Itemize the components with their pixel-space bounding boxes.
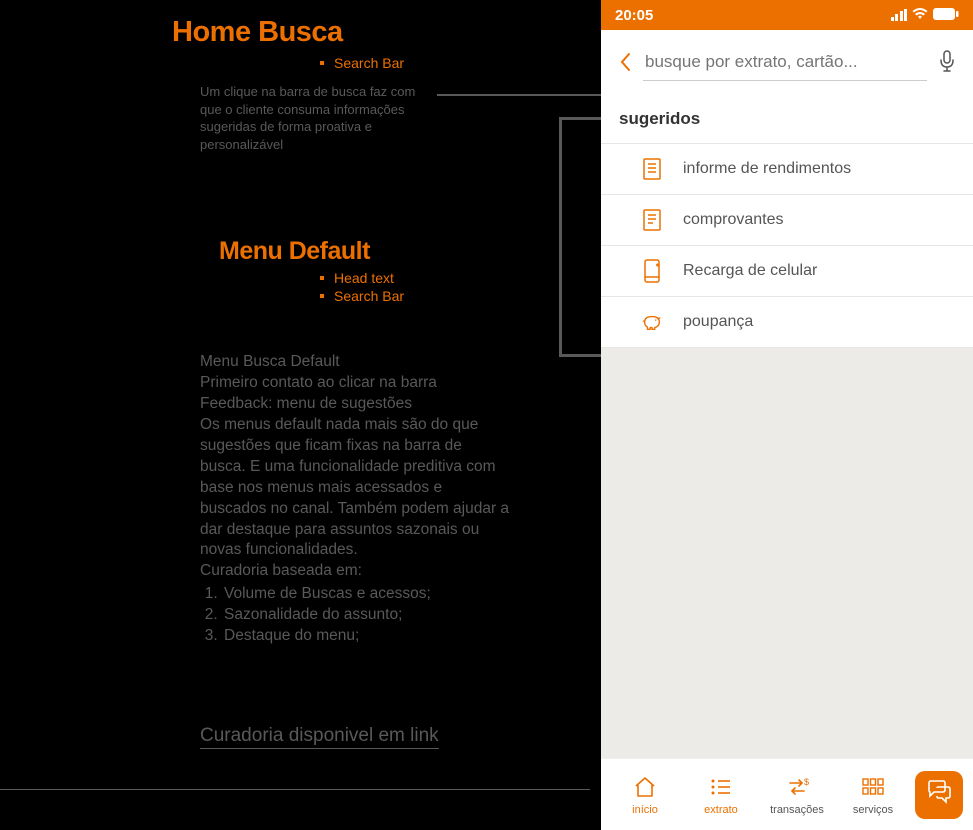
note-text-1: Um clique na barra de busca faz com que … <box>200 83 430 153</box>
suggested-header: sugeridos <box>601 87 973 143</box>
bullet-label: Search Bar <box>334 288 404 304</box>
curadoria-item-3: Destaque do menu; <box>222 626 510 647</box>
list-icon <box>709 774 733 800</box>
connector-bracket-top <box>559 117 601 120</box>
bullet-dot-icon <box>320 61 324 65</box>
status-time: 20:05 <box>615 7 653 24</box>
phone-mockup: 20:05 sugeridos <box>601 0 973 830</box>
signal-icon <box>891 9 908 21</box>
nav-label: serviços <box>853 804 893 816</box>
nav-label: transações <box>770 804 824 816</box>
suggestion-informe-rendimentos[interactable]: informe de rendimentos <box>601 144 973 195</box>
connector-bracket-bottom <box>559 354 601 357</box>
home-icon <box>633 774 657 800</box>
grid-icon <box>862 774 884 800</box>
suggestion-label: informe de rendimentos <box>683 160 851 178</box>
nav-extrato[interactable]: extrato <box>683 774 759 816</box>
suggestion-poupanca[interactable]: poupança <box>601 297 973 348</box>
suggestion-label: comprovantes <box>683 211 784 229</box>
phone-icon <box>641 260 663 282</box>
piggy-icon <box>641 311 663 333</box>
chat-icon <box>925 779 953 810</box>
nav-label: início <box>632 804 658 816</box>
bullet-dot-icon <box>320 294 324 298</box>
connector-line-1 <box>437 94 601 96</box>
bullet-dot-icon <box>320 276 324 280</box>
body-line-3: Feedback: menu de sugestões <box>200 394 510 415</box>
title-home-busca: Home Busca <box>172 16 601 49</box>
battery-icon <box>933 7 959 24</box>
back-chevron-icon[interactable] <box>619 52 631 76</box>
curadoria-label: Curadoria baseada em: <box>200 561 510 582</box>
nav-inicio[interactable]: início <box>607 774 683 816</box>
body-text-block: Menu Busca Default Primeiro contato ao c… <box>200 352 510 647</box>
suggestion-label: poupança <box>683 313 753 331</box>
title-menu-default: Menu Default <box>219 237 601 266</box>
nav-servicos[interactable]: serviços <box>835 774 911 816</box>
divider-line <box>0 789 590 790</box>
search-row <box>601 30 973 87</box>
bottom-nav: início extrato $ transações serviços <box>601 758 973 830</box>
svg-text:$: $ <box>804 777 809 787</box>
nav-transacoes[interactable]: $ transações <box>759 774 835 816</box>
bullet-label: Search Bar <box>334 55 404 71</box>
nav-label: extrato <box>704 804 738 816</box>
bullet-label: Head text <box>334 270 394 286</box>
document-icon <box>641 158 663 180</box>
suggestion-comprovantes[interactable]: comprovantes <box>601 195 973 246</box>
body-line-1: Menu Busca Default <box>200 352 510 373</box>
receipt-icon <box>641 209 663 231</box>
bullet-search-bar-1: Search Bar <box>320 55 601 71</box>
transfer-icon: $ <box>784 774 810 800</box>
body-line-2: Primeiro contato ao clicar na barra <box>200 373 510 394</box>
suggestion-recarga-celular[interactable]: Recarga de celular <box>601 246 973 297</box>
suggestion-label: Recarga de celular <box>683 262 817 280</box>
wifi-icon <box>912 7 928 24</box>
microphone-icon[interactable] <box>939 50 955 77</box>
status-bar: 20:05 <box>601 0 973 30</box>
connector-bracket-vertical <box>559 117 562 354</box>
body-paragraph: Os menus default nada mais são do que su… <box>200 415 510 561</box>
nav-chat-fab[interactable] <box>915 771 963 819</box>
search-input[interactable] <box>643 46 927 81</box>
curadoria-link[interactable]: Curadoria disponivel em link <box>200 725 439 749</box>
suggestion-list: informe de rendimentos comprovantes Reca… <box>601 143 973 348</box>
doc-panel: Home Busca Search Bar Um clique na barra… <box>0 0 601 830</box>
empty-content-area <box>601 348 973 758</box>
curadoria-item-2: Sazonalidade do assunto; <box>222 605 510 626</box>
curadoria-item-1: Volume de Buscas e acessos; <box>222 584 510 605</box>
